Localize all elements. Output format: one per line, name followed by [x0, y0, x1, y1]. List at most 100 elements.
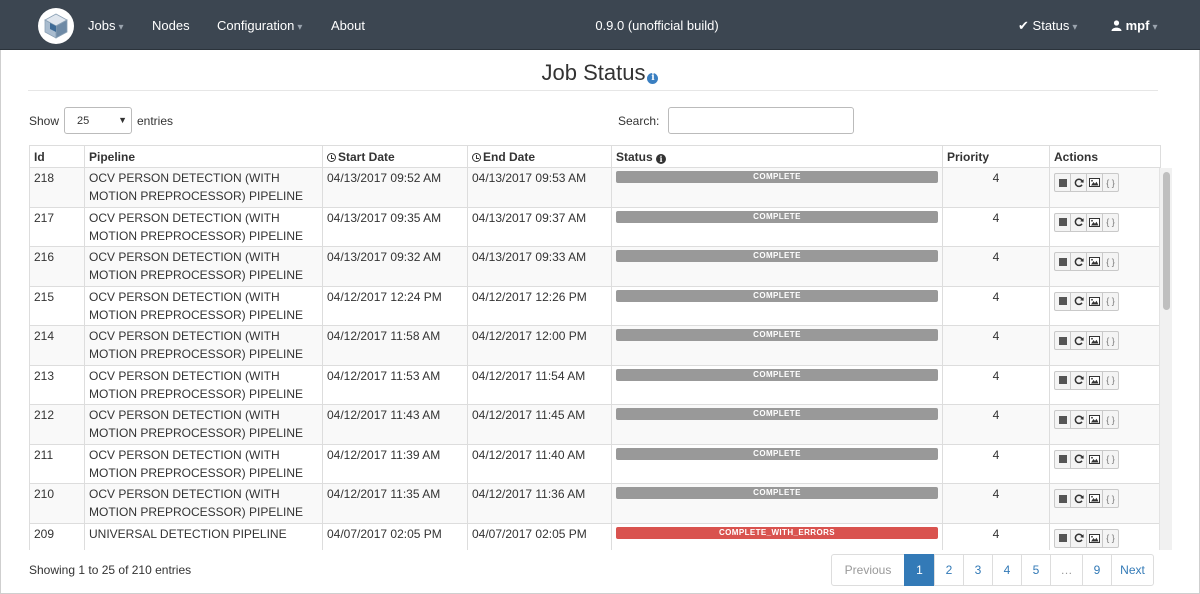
table-info: Showing 1 to 25 of 210 entries [29, 563, 192, 577]
table-row[interactable]: 215 OCV PERSON DETECTION (WITH MOTION PRE… [29, 285, 1161, 326]
stop-icon[interactable] [1054, 528, 1071, 548]
col-header-pipeline[interactable]: Pipeline [84, 145, 323, 168]
json-output-icon[interactable]: { } [1102, 449, 1119, 469]
status-badge: COMPLETE [616, 250, 938, 262]
row-actions: { } [1054, 252, 1156, 271]
table-row[interactable]: 210 OCV PERSON DETECTION (WITH MOTION PRE… [29, 483, 1161, 524]
json-output-icon[interactable]: { } [1102, 528, 1119, 548]
col-header-start-date[interactable]: Start Date [322, 145, 468, 168]
resubmit-icon[interactable] [1070, 449, 1087, 469]
page-3-button[interactable]: 3 [963, 554, 993, 586]
page-5-button[interactable]: 5 [1021, 554, 1051, 586]
table-row[interactable]: 211 OCV PERSON DETECTION (WITH MOTION PRE… [29, 443, 1161, 484]
pagination: Previous 1 2 3 4 5… 9 Next [831, 554, 1154, 586]
resubmit-icon[interactable] [1070, 173, 1087, 192]
resubmit-icon[interactable] [1070, 291, 1087, 311]
stop-icon[interactable] [1054, 291, 1071, 311]
stop-icon[interactable] [1054, 410, 1071, 429]
entries-label: entries [137, 114, 174, 128]
entries-length-select[interactable]: 25 ▼ [64, 107, 132, 134]
resubmit-icon[interactable] [1070, 370, 1087, 390]
resubmit-icon[interactable] [1070, 212, 1087, 232]
status-badge: COMPLETE [616, 447, 938, 460]
table-row[interactable]: 218 OCV PERSON DETECTION (WITH MOTION PRE… [29, 167, 1161, 208]
col-header-status[interactable]: Status i [611, 145, 943, 168]
cell-end-date: 04/12/2017 11:40 AM [467, 443, 612, 484]
media-icon[interactable] [1086, 291, 1103, 311]
cell-status: COMPLETE_WITH_ERRORS [611, 522, 943, 550]
json-output-icon[interactable]: { } [1102, 489, 1119, 508]
resubmit-icon[interactable] [1070, 252, 1087, 271]
cell-end-date: 04/12/2017 11:36 AM [467, 483, 612, 524]
page-9-button[interactable]: 9 [1082, 554, 1112, 586]
json-output-icon[interactable]: { } [1102, 173, 1119, 192]
page-title-text: Job Status [541, 60, 646, 85]
json-output-icon[interactable]: { } [1102, 252, 1119, 271]
resubmit-icon[interactable] [1070, 528, 1087, 548]
json-output-icon[interactable]: { } [1102, 291, 1119, 311]
col-header-end-date[interactable]: End Date [467, 145, 612, 168]
previous-page-button[interactable]: Previous [831, 554, 905, 586]
resubmit-icon[interactable] [1070, 410, 1087, 429]
stop-icon[interactable] [1054, 212, 1071, 232]
col-header-priority[interactable]: Priority [942, 145, 1050, 168]
cell-priority: 4 [942, 483, 1050, 524]
stop-icon[interactable] [1054, 331, 1071, 350]
cell-start-date: 04/12/2017 11:35 AM [322, 483, 468, 524]
media-icon[interactable] [1086, 331, 1103, 350]
status-badge: COMPLETE [616, 368, 938, 381]
info-circle-icon[interactable]: i [656, 154, 667, 164]
page-2-button[interactable]: 2 [934, 554, 964, 586]
media-icon[interactable] [1086, 212, 1103, 232]
stop-icon[interactable] [1054, 173, 1071, 192]
page-4-button[interactable]: 4 [992, 554, 1022, 586]
cell-pipeline: OCV PERSON DETECTION (WITH MOTION PREPRO… [84, 483, 323, 524]
page-1-button[interactable]: 1 [904, 554, 935, 586]
media-icon[interactable] [1086, 449, 1103, 469]
cell-pipeline: OCV PERSON DETECTION (WITH MOTION PREPRO… [84, 285, 323, 326]
cell-id: 214 [29, 325, 85, 366]
json-output-icon[interactable]: { } [1102, 410, 1119, 429]
info-circle-icon[interactable]: i [647, 73, 659, 84]
resubmit-icon[interactable] [1070, 489, 1087, 508]
table-row[interactable]: 212 OCV PERSON DETECTION (WITH MOTION PRE… [29, 404, 1161, 445]
scrollbar-thumb[interactable] [1163, 172, 1170, 310]
cell-priority: 4 [942, 443, 1050, 484]
stop-icon[interactable] [1054, 252, 1071, 271]
col-header-id[interactable]: Id [29, 145, 85, 168]
stop-icon[interactable] [1054, 370, 1071, 390]
cell-status: COMPLETE [611, 246, 943, 287]
media-icon[interactable] [1086, 252, 1103, 271]
cell-pipeline: UNIVERSAL DETECTION PIPELINE [84, 522, 323, 550]
json-output-icon[interactable]: { } [1102, 212, 1119, 232]
table-row[interactable]: 213 OCV PERSON DETECTION (WITH MOTION PRE… [29, 364, 1161, 405]
table-row[interactable]: 214 OCV PERSON DETECTION (WITH MOTION PRE… [29, 325, 1161, 366]
stop-icon[interactable] [1054, 449, 1071, 469]
media-icon[interactable] [1086, 489, 1103, 508]
table-row[interactable]: 209 UNIVERSAL DETECTION PIPELINE 04/07/201… [29, 522, 1161, 550]
stop-icon[interactable] [1054, 489, 1071, 508]
search-input[interactable] [668, 107, 854, 134]
resubmit-icon[interactable] [1070, 331, 1087, 350]
table-row[interactable]: 217 OCV PERSON DETECTION (WITH MOTION PRE… [29, 206, 1161, 247]
chevron-down-icon: ▼ [118, 115, 127, 125]
cell-id: 209 [29, 522, 85, 550]
cell-status: COMPLETE [611, 443, 943, 484]
cell-actions: { } [1049, 522, 1161, 550]
json-output-icon[interactable]: { } [1102, 331, 1119, 350]
cell-status: COMPLETE [611, 483, 943, 524]
next-page-button[interactable]: Next [1111, 554, 1154, 586]
media-icon[interactable] [1086, 173, 1103, 192]
table-row[interactable]: 216 OCV PERSON DETECTION (WITH MOTION PRE… [29, 246, 1161, 287]
nav-status[interactable]: ✔ Status ▾ [1018, 18, 1077, 34]
json-output-icon[interactable]: { } [1102, 370, 1119, 390]
cell-actions: { } [1049, 364, 1161, 405]
cell-start-date: 04/12/2017 12:24 PM [322, 285, 468, 326]
media-icon[interactable] [1086, 370, 1103, 390]
table-scrollbar[interactable] [1159, 168, 1172, 550]
media-icon[interactable] [1086, 410, 1103, 429]
col-header-actions-label: Actions [1054, 150, 1099, 164]
cell-id: 212 [29, 404, 85, 445]
nav-user[interactable]: mpf ▾ [1111, 18, 1158, 33]
media-icon[interactable] [1086, 528, 1103, 548]
